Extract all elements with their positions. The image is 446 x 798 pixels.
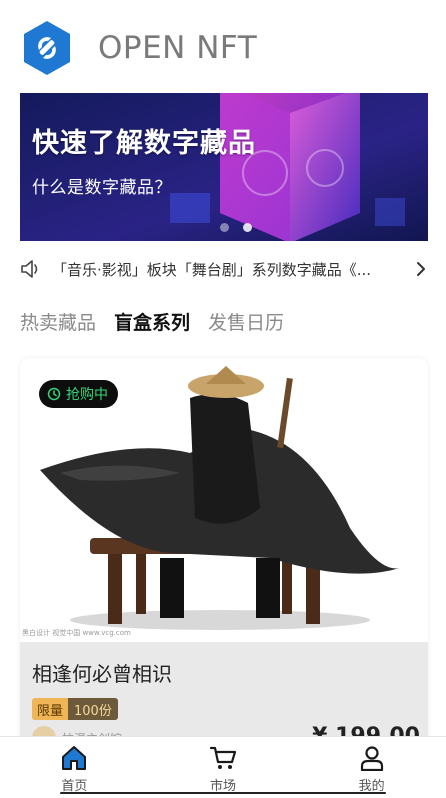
banner-subtitle: 什么是数字藏品？	[32, 178, 172, 198]
nft-cube-illustration	[20, 93, 428, 241]
tabbar-item-profile[interactable]: 我的	[297, 737, 446, 798]
limit-count: 100份	[68, 698, 118, 720]
carousel-dots	[220, 223, 252, 232]
banner-title: 快速了解数字藏品	[32, 128, 256, 159]
promo-banner[interactable]: 快速了解数字藏品 什么是数字藏品？	[20, 93, 428, 241]
announcement-bar[interactable]: 「音乐·影视」板块「舞台剧」系列数字藏品《...	[20, 254, 428, 284]
tab-hot-collections[interactable]: 热卖藏品	[20, 308, 96, 335]
app-header: OPEN NFT	[0, 0, 446, 92]
status-badge-text: 抢购中	[66, 387, 108, 403]
image-watermark: 黑白设计 视觉中国 www.vcg.com	[22, 629, 131, 637]
limit-label: 限量	[32, 698, 69, 720]
carousel-dot-active[interactable]	[243, 223, 252, 232]
product-card[interactable]: 抢购中 黑白设计 视觉中国 www.vcg.com 相逢何必曾相识 限量 100…	[20, 358, 428, 778]
chevron-right-icon[interactable]	[414, 260, 428, 278]
announcement-text: 「音乐·影视」板块「舞台剧」系列数字藏品《...	[52, 260, 372, 279]
tabbar-item-home[interactable]: 首页	[0, 737, 149, 798]
home-indicator	[60, 792, 386, 794]
user-icon	[360, 746, 383, 771]
limited-edition-tag: 限量 100份	[32, 698, 118, 720]
status-badge: 抢购中	[39, 380, 118, 408]
cart-icon	[209, 746, 237, 769]
carousel-dot[interactable]	[220, 223, 229, 232]
clock-icon	[47, 387, 61, 401]
open-nft-logo-icon	[24, 21, 70, 75]
category-tabs: 热卖藏品 盲盒系列 发售日历	[20, 308, 284, 335]
tab-blind-box[interactable]: 盲盒系列	[114, 308, 190, 335]
bottom-tab-bar: 首页 市场 我的	[0, 736, 446, 798]
app-title: OPEN NFT	[98, 30, 258, 66]
tab-release-calendar[interactable]: 发售日历	[208, 308, 284, 335]
product-title: 相逢何必曾相识	[32, 662, 172, 686]
tabbar-item-market[interactable]: 市场	[149, 737, 298, 798]
speaker-icon	[21, 260, 38, 278]
home-icon	[62, 746, 87, 770]
